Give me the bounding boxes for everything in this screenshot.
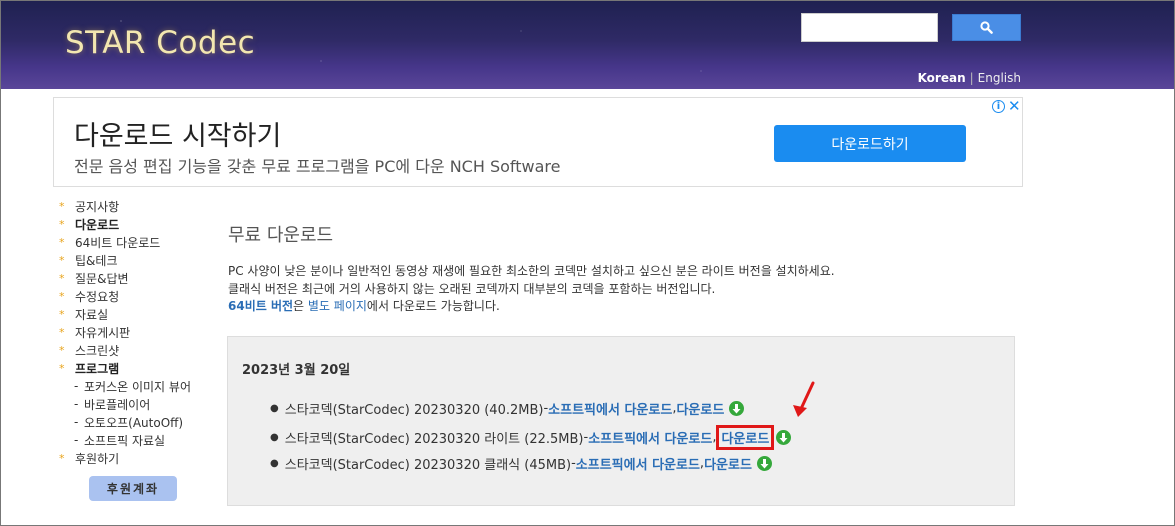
search-input[interactable] bbox=[801, 13, 938, 42]
sidebar-item-label: 공지사항 bbox=[75, 199, 120, 214]
desc-line-2: 클래식 버전은 최근에 거의 사용하지 않는 오래된 코덱까지 대부분의 코덱을… bbox=[228, 281, 716, 296]
bullet-dot: ● bbox=[270, 458, 279, 469]
star-bullet-icon: * bbox=[59, 307, 65, 321]
download-arrow-icon[interactable] bbox=[756, 456, 772, 471]
dash-bullet: - bbox=[74, 397, 79, 411]
ad-info-icon[interactable]: i bbox=[992, 100, 1005, 113]
ad-title[interactable]: 다운로드 시작하기 bbox=[74, 114, 281, 153]
link-separate-page[interactable]: 별도 페이지 bbox=[308, 299, 367, 313]
sidebar-item-qna[interactable]: * 질문&답변 bbox=[59, 269, 209, 287]
sidebar-item-fix-request[interactable]: * 수정요청 bbox=[59, 287, 209, 305]
sidebar-item-label: 64비트 다운로드 bbox=[75, 235, 161, 250]
sidebar-item-label: 수정요청 bbox=[75, 289, 120, 304]
page-description: PC 사양이 낮은 분이나 일반적인 동영상 재생에 필요한 최소한의 코덱만 … bbox=[228, 263, 835, 316]
star-bullet-icon: * bbox=[59, 451, 65, 465]
sidebar-item-sponsor[interactable]: * 후원하기 bbox=[59, 449, 209, 467]
download-box: 2023년 3월 20일 ● 스타코덱(StarCodec) 20230320 … bbox=[227, 336, 1015, 506]
desc-text: 은 bbox=[293, 299, 308, 313]
direct-download-link[interactable]: 다운로드 bbox=[676, 399, 724, 418]
lang-separator: | bbox=[969, 71, 974, 85]
lang-korean[interactable]: Korean bbox=[918, 71, 966, 85]
sidebar-item-label: 후원하기 bbox=[75, 451, 120, 466]
download-arrow-icon[interactable] bbox=[776, 430, 792, 445]
sidebar-item-label: 다운로드 bbox=[75, 217, 120, 232]
sidebar-subitem-softpick[interactable]: - 소프트픽 자료실 bbox=[59, 431, 209, 449]
direct-download-link-highlighted[interactable]: 다운로드 bbox=[716, 425, 775, 450]
sidebar-item-label: 자료실 bbox=[75, 307, 109, 322]
download-row-standard: ● 스타코덱(StarCodec) 20230320 (40.2MB) - 소프… bbox=[270, 399, 745, 418]
softpick-download-link[interactable]: 소프트픽에서 다운로드 bbox=[588, 428, 712, 447]
annotation-arrow-icon bbox=[793, 381, 815, 417]
sidebar-item-notice[interactable]: * 공지사항 bbox=[59, 197, 209, 215]
star-bullet-icon: * bbox=[59, 217, 65, 231]
star-bullet-icon: * bbox=[59, 271, 65, 285]
language-switcher: Korean | English bbox=[918, 71, 1021, 85]
link-64bit-version[interactable]: 64비트 버전 bbox=[228, 299, 293, 313]
ad-subtitle[interactable]: 전문 음성 편집 기능을 갖춘 무료 프로그램을 PC에 다운 NCH Soft… bbox=[74, 153, 561, 177]
star-bullet-icon: * bbox=[59, 199, 65, 213]
download-name: 스타코덱(StarCodec) 20230320 라이트 (22.5MB) bbox=[284, 432, 584, 447]
sidebar-item-64bit-download[interactable]: * 64비트 다운로드 bbox=[59, 233, 209, 251]
ad-banner[interactable]: 다운로드 시작하기 전문 음성 편집 기능을 갖춘 무료 프로그램을 PC에 다… bbox=[53, 97, 1023, 187]
sidebar-item-label: 스크린샷 bbox=[75, 343, 120, 358]
star-bullet-icon: * bbox=[59, 253, 65, 267]
sidebar-subitem-label: 포커스온 이미지 뷰어 bbox=[84, 379, 191, 394]
sidebar-item-label: 질문&답변 bbox=[75, 271, 129, 286]
download-name: 스타코덱(StarCodec) 20230320 (40.2MB) bbox=[284, 403, 544, 418]
sidebar-item-free-board[interactable]: * 자유게시판 bbox=[59, 323, 209, 341]
bullet-dot: ● bbox=[270, 432, 279, 443]
desc-text: 에서 다운로드 가능합니다. bbox=[366, 299, 500, 313]
sidebar-item-programs[interactable]: * 프로그램 bbox=[59, 359, 209, 377]
star-bullet-icon: * bbox=[59, 361, 65, 375]
dash-bullet: - bbox=[74, 379, 79, 393]
dash-bullet: - bbox=[74, 433, 79, 447]
desc-line-3: 64비트 버전은 별도 페이지에서 다운로드 가능합니다. bbox=[228, 298, 835, 316]
sidebar-subitem-autooff[interactable]: - 오토오프(AutoOff) bbox=[59, 413, 209, 431]
dash-bullet: - bbox=[74, 415, 79, 429]
sidebar-item-label: 프로그램 bbox=[75, 361, 120, 376]
sidebar-item-label: 팁&테크 bbox=[75, 253, 118, 268]
download-row-lite: ● 스타코덱(StarCodec) 20230320 라이트 (22.5MB) … bbox=[270, 425, 792, 450]
sidebar-item-screenshot[interactable]: * 스크린샷 bbox=[59, 341, 209, 359]
ad-download-button[interactable]: 다운로드하기 bbox=[774, 125, 966, 162]
star-bullet-icon: * bbox=[59, 289, 65, 303]
sidebar-item-tips[interactable]: * 팁&테크 bbox=[59, 251, 209, 269]
bullet-dot: ● bbox=[270, 403, 279, 414]
direct-download-link[interactable]: 다운로드 bbox=[704, 454, 752, 473]
lang-english[interactable]: English bbox=[978, 71, 1021, 85]
site-header: STAR Codec Korean | English bbox=[1, 1, 1174, 89]
sidebar-item-label: 자유게시판 bbox=[75, 325, 131, 340]
sidebar-subitem-label: 소프트픽 자료실 bbox=[84, 433, 166, 448]
donate-account-button[interactable]: 후원계좌 bbox=[89, 476, 177, 501]
ad-close-icon[interactable]: ✕ bbox=[1008, 98, 1021, 115]
download-name: 스타코덱(StarCodec) 20230320 클래식 (45MB) bbox=[284, 458, 572, 473]
sidebar-subitem-label: 오토오프(AutoOff) bbox=[84, 415, 184, 430]
page-title: 무료 다운로드 bbox=[228, 225, 334, 246]
sidebar-subitem-label: 바로플레이어 bbox=[84, 397, 151, 412]
site-logo[interactable]: STAR Codec bbox=[65, 25, 255, 61]
star-bullet-icon: * bbox=[59, 325, 65, 339]
star-bullet-icon: * bbox=[59, 343, 65, 357]
search-button[interactable] bbox=[952, 14, 1021, 41]
sidebar-subitem-focuson[interactable]: - 포커스온 이미지 뷰어 bbox=[59, 377, 209, 395]
desc-line-1: PC 사양이 낮은 분이나 일반적인 동영상 재생에 필요한 최소한의 코덱만 … bbox=[228, 264, 835, 278]
page-frame: STAR Codec Korean | English 다운로드 시작하기 전문 음… bbox=[0, 0, 1175, 526]
sidebar-nav: * 공지사항 * 다운로드 * 64비트 다운로드 * 팁&테크 * 질문&답변 * 수정요… bbox=[59, 197, 209, 467]
softpick-download-link[interactable]: 소프트픽에서 다운로드 bbox=[576, 454, 700, 473]
sidebar-item-download[interactable]: * 다운로드 bbox=[59, 215, 209, 233]
download-arrow-icon[interactable] bbox=[729, 401, 745, 416]
search-icon bbox=[980, 21, 993, 34]
release-date: 2023년 3월 20일 bbox=[242, 363, 351, 378]
star-bullet-icon: * bbox=[59, 235, 65, 249]
softpick-download-link[interactable]: 소프트픽에서 다운로드 bbox=[548, 399, 672, 418]
sidebar-subitem-baroplayer[interactable]: - 바로플레이어 bbox=[59, 395, 209, 413]
sidebar-item-archive[interactable]: * 자료실 bbox=[59, 305, 209, 323]
download-row-classic: ● 스타코덱(StarCodec) 20230320 클래식 (45MB) - … bbox=[270, 454, 772, 473]
